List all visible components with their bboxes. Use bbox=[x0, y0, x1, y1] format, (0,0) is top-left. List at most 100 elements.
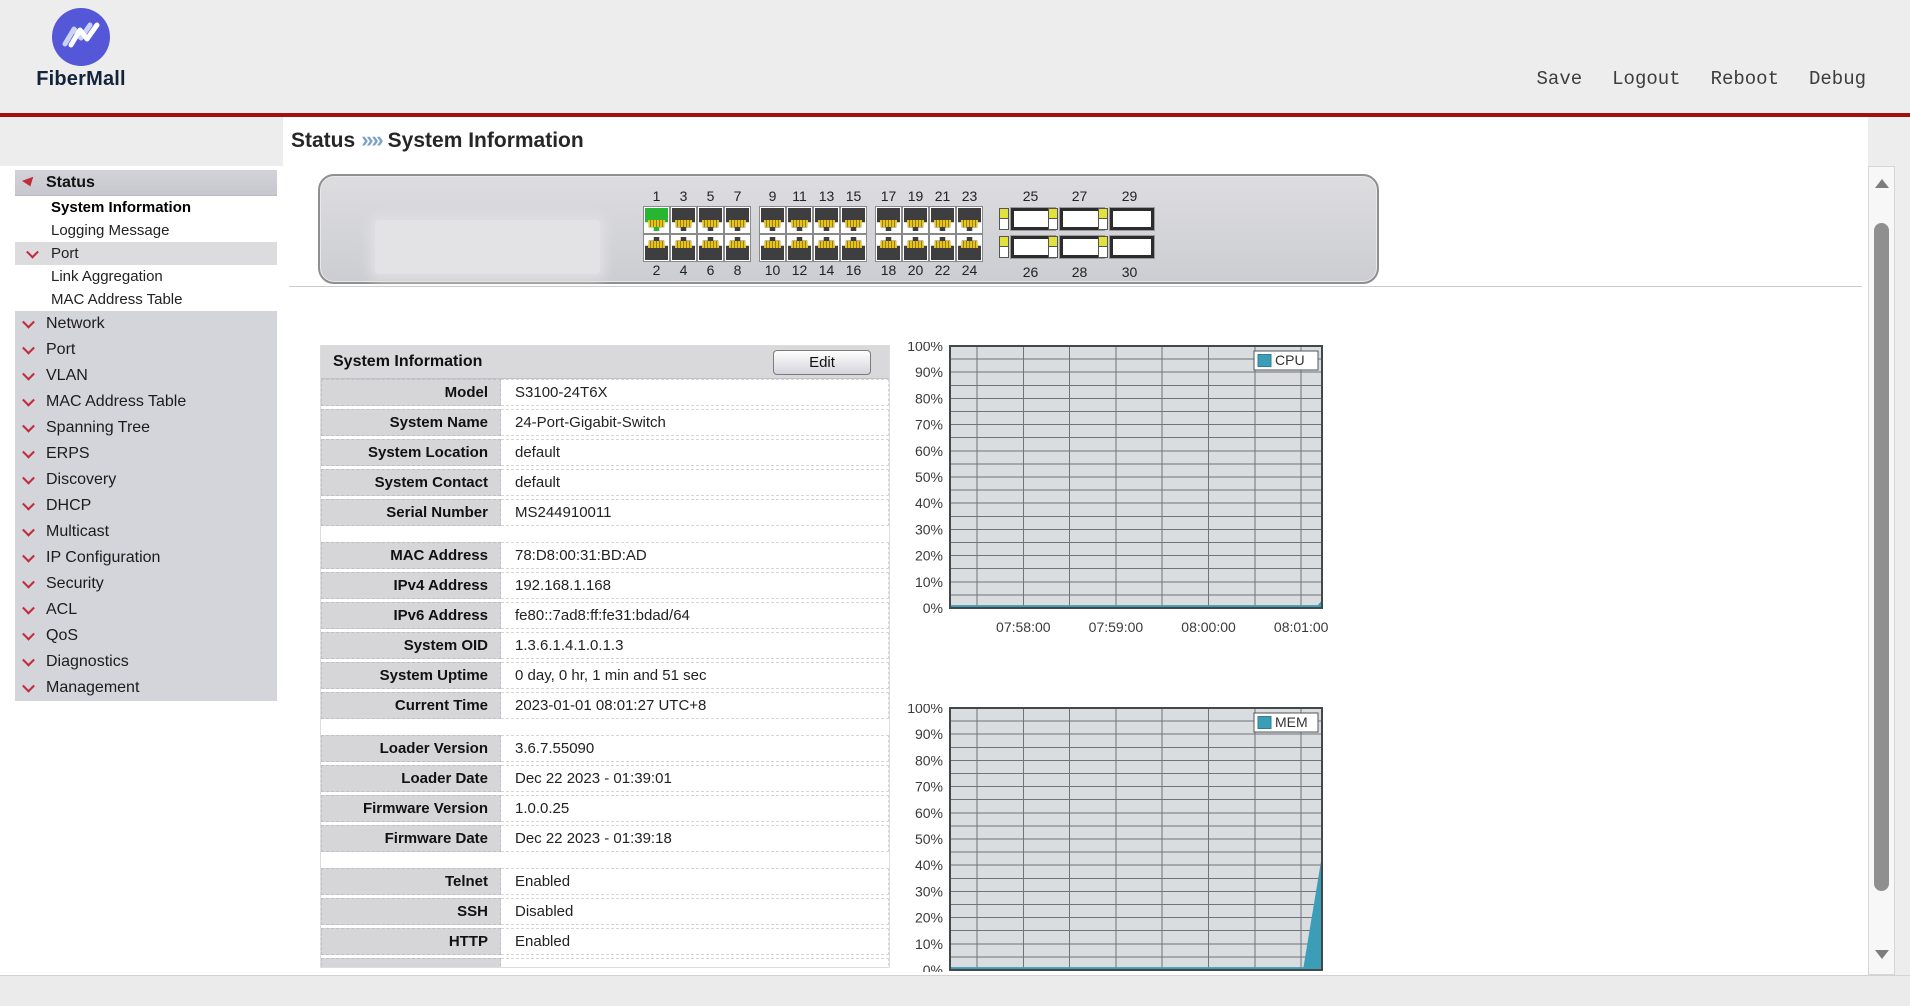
scroll-down-button[interactable] bbox=[1869, 942, 1894, 966]
y-axis-tick-label: 40% bbox=[915, 495, 943, 511]
sidebar-item-spanning-tree[interactable]: Spanning Tree bbox=[15, 415, 277, 441]
info-row-current-time: Current Time 2023-01-01 08:01:27 UTC+8 bbox=[321, 692, 889, 719]
y-axis-tick-label: 60% bbox=[915, 805, 943, 821]
rj45-jack bbox=[788, 237, 811, 260]
sfp-port-30[interactable] bbox=[1098, 236, 1154, 258]
rj45-port-24[interactable] bbox=[956, 234, 983, 262]
sidebar-item-vlan[interactable]: VLAN bbox=[15, 363, 277, 389]
rj45-port-11[interactable] bbox=[786, 206, 813, 234]
info-label: Firmware Date bbox=[321, 825, 501, 852]
y-axis-tick-label: 100% bbox=[907, 704, 943, 716]
rj45-pins bbox=[764, 241, 781, 248]
sfp-port-26[interactable] bbox=[999, 236, 1055, 258]
rj45-pins bbox=[675, 241, 692, 248]
sidebar-item-mac-address-table[interactable]: MAC Address Table bbox=[15, 389, 277, 415]
rj45-port-12[interactable] bbox=[786, 234, 813, 262]
breadcrumb-page: System Information bbox=[387, 129, 584, 152]
sidebar-item-ip-configuration[interactable]: IP Configuration bbox=[15, 545, 277, 571]
rj45-port-4[interactable] bbox=[670, 234, 697, 262]
info-label: Loader Version bbox=[321, 735, 501, 762]
rj45-port-14[interactable] bbox=[813, 234, 840, 262]
sidebar-item-acl[interactable]: ACL bbox=[15, 597, 277, 623]
rj45-jack bbox=[904, 237, 927, 260]
nav-link-debug[interactable]: Debug bbox=[1809, 68, 1866, 90]
sfp-port-28[interactable] bbox=[1048, 236, 1104, 258]
port-number: 27 bbox=[1071, 188, 1088, 204]
sidebar-item-qos[interactable]: QoS bbox=[15, 623, 277, 649]
rj45-port-10[interactable] bbox=[759, 234, 786, 262]
rj45-jack bbox=[726, 237, 749, 260]
sidebar-item-dhcp[interactable]: DHCP bbox=[15, 493, 277, 519]
y-axis-tick-label: 20% bbox=[915, 548, 943, 564]
nav-link-save[interactable]: Save bbox=[1537, 68, 1583, 90]
y-axis-tick-label: 10% bbox=[915, 936, 943, 952]
rj45-port-19[interactable] bbox=[902, 206, 929, 234]
sidebar-item-multicast[interactable]: Multicast bbox=[15, 519, 277, 545]
rj45-port-6[interactable] bbox=[697, 234, 724, 262]
port-number: 24 bbox=[961, 262, 978, 278]
info-label: HTTP bbox=[321, 928, 501, 955]
rj45-port-2[interactable] bbox=[643, 234, 670, 262]
rj45-port-13[interactable] bbox=[813, 206, 840, 234]
breadcrumb-section: Status bbox=[291, 129, 356, 152]
info-row-system-contact: System Contact default bbox=[321, 469, 889, 496]
info-value: 2023-01-01 08:01:27 UTC+8 bbox=[501, 692, 889, 719]
sidebar-subitem-label: Logging Message bbox=[51, 222, 170, 239]
info-row-serial-number: Serial Number MS244910011 bbox=[321, 499, 889, 526]
nav-link-logout[interactable]: Logout bbox=[1612, 68, 1680, 90]
y-axis-tick-label: 30% bbox=[915, 883, 943, 899]
legend-label: MEM bbox=[1275, 714, 1308, 730]
system-info-title: System Information bbox=[333, 353, 483, 370]
sidebar-item-port[interactable]: Port bbox=[15, 337, 277, 363]
breadcrumb-separator-icon: »» bbox=[361, 127, 384, 152]
rj45-port-15[interactable] bbox=[840, 206, 867, 234]
sidebar-item-discovery[interactable]: Discovery bbox=[15, 467, 277, 493]
edit-button[interactable]: Edit bbox=[773, 349, 871, 375]
system-info-card: System Information Edit Model S3100-24T6X… bbox=[320, 345, 890, 968]
sidebar-item-erps[interactable]: ERPS bbox=[15, 441, 277, 467]
info-value: MS244910011 bbox=[501, 499, 889, 526]
port-number: 13 bbox=[818, 188, 835, 204]
rj45-port-21[interactable] bbox=[929, 206, 956, 234]
rj45-port-3[interactable] bbox=[670, 206, 697, 234]
rj45-port-5[interactable] bbox=[697, 206, 724, 234]
sidebar-subitem-logging-message[interactable]: Logging Message bbox=[15, 219, 277, 242]
rj45-port-23[interactable] bbox=[956, 206, 983, 234]
sidebar-subitem-link-aggregation[interactable]: Link Aggregation bbox=[15, 265, 277, 288]
sidebar-subitem-mac-address-table[interactable]: MAC Address Table bbox=[15, 288, 277, 311]
rj45-port-9[interactable] bbox=[759, 206, 786, 234]
nav-link-reboot[interactable]: Reboot bbox=[1711, 68, 1779, 90]
sidebar-item-diagnostics[interactable]: Diagnostics bbox=[15, 649, 277, 675]
sfp-port-25[interactable] bbox=[999, 208, 1055, 230]
sfp-port-29[interactable] bbox=[1098, 208, 1154, 230]
sidebar-subitem-port[interactable]: Port bbox=[15, 242, 277, 265]
info-label: System Contact bbox=[321, 469, 501, 496]
rj45-port-18[interactable] bbox=[875, 234, 902, 262]
port-number: 18 bbox=[880, 262, 897, 278]
rj45-port-20[interactable] bbox=[902, 234, 929, 262]
sidebar-item-network[interactable]: Network bbox=[15, 311, 277, 337]
rj45-pins bbox=[648, 220, 665, 227]
rj45-port-8[interactable] bbox=[724, 234, 751, 262]
sidebar-item-status[interactable]: Status bbox=[15, 170, 277, 196]
sidebar-subitem-system-information[interactable]: System Information bbox=[15, 196, 277, 219]
info-group: Telnet Enabled SSH Disabled HTTP Enabled bbox=[321, 868, 889, 955]
rj45-jack bbox=[931, 208, 954, 231]
vertical-scrollbar[interactable] bbox=[1868, 166, 1895, 975]
info-value: Enabled bbox=[501, 928, 889, 955]
rj45-port-7[interactable] bbox=[724, 206, 751, 234]
sidebar-item-management[interactable]: Management bbox=[15, 675, 277, 701]
rj45-port-17[interactable] bbox=[875, 206, 902, 234]
sidebar-item-security[interactable]: Security bbox=[15, 571, 277, 597]
sfp-port-27[interactable] bbox=[1048, 208, 1104, 230]
device-front-panel: 1 2 3 4 5 6 7 8 9 10 11 12 13 14 15 16 17 18 19 20 21 22 23 24 2… bbox=[318, 174, 1379, 284]
rj45-port-1[interactable] bbox=[643, 206, 670, 234]
info-value: 3.6.7.55090 bbox=[501, 735, 889, 762]
rj45-port-22[interactable] bbox=[929, 234, 956, 262]
clipped-next-row bbox=[321, 958, 889, 967]
rj45-pins bbox=[702, 220, 719, 227]
scroll-thumb[interactable] bbox=[1874, 223, 1889, 891]
scroll-up-button[interactable] bbox=[1869, 171, 1894, 195]
port-number: 4 bbox=[679, 262, 688, 278]
rj45-port-16[interactable] bbox=[840, 234, 867, 262]
